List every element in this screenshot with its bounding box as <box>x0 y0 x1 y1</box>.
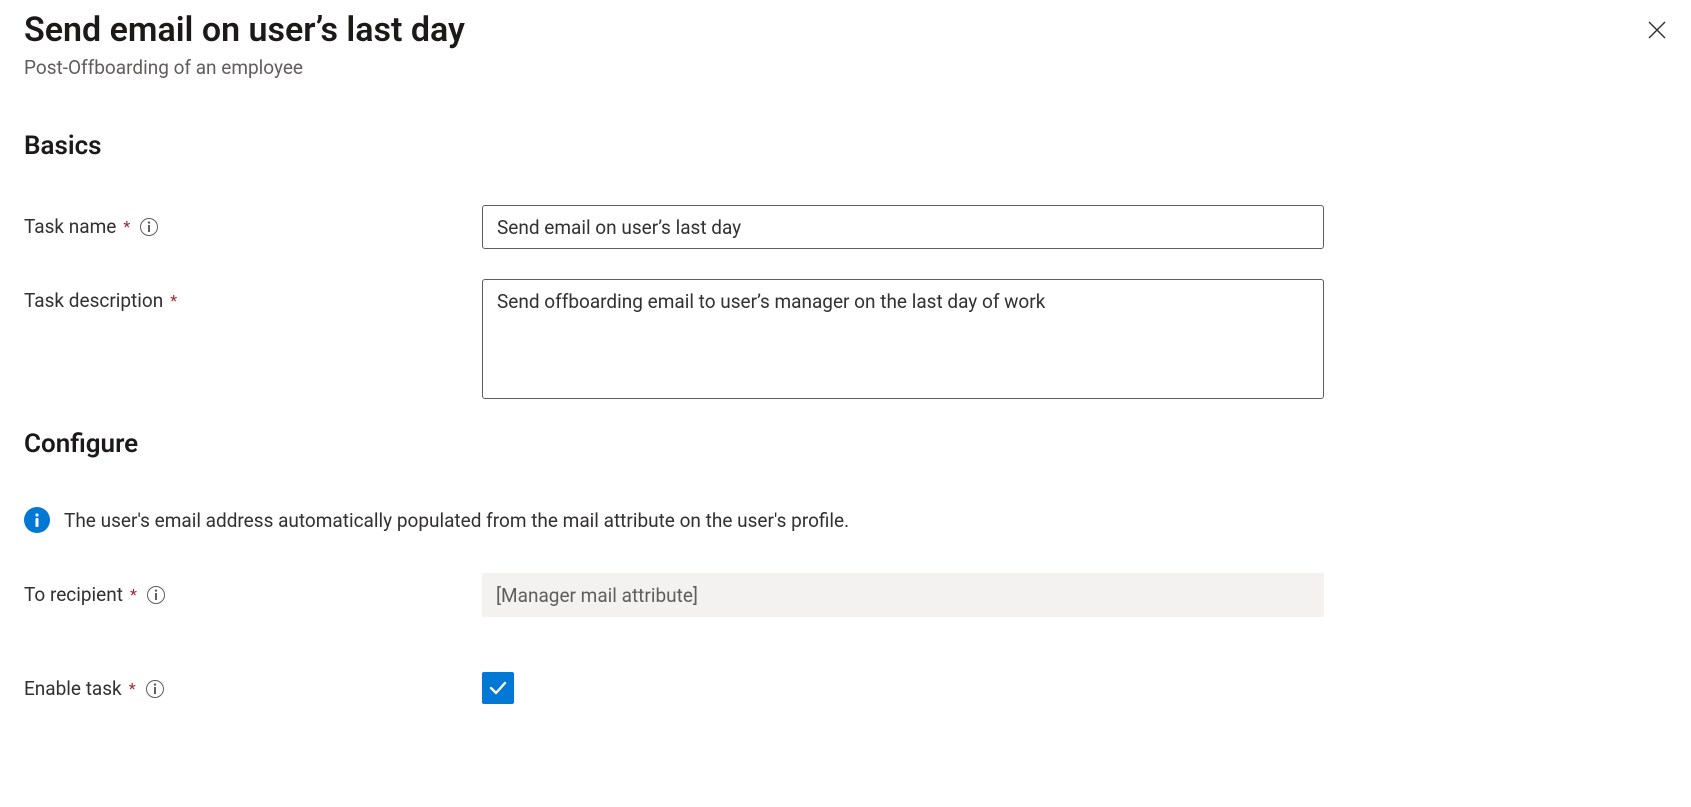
close-icon <box>1647 20 1667 40</box>
task-description-input[interactable] <box>482 279 1324 399</box>
section-heading-basics: Basics <box>24 131 1667 161</box>
to-recipient-input: [Manager mail attribute] <box>482 573 1324 617</box>
info-icon[interactable] <box>147 586 165 604</box>
task-description-label: Task description* <box>24 279 482 312</box>
required-indicator: * <box>130 585 137 604</box>
enable-task-label: Enable task* <box>24 667 482 700</box>
to-recipient-label: To recipient* <box>24 573 482 606</box>
info-filled-icon <box>24 507 50 533</box>
info-icon[interactable] <box>146 680 164 698</box>
enable-task-checkbox[interactable] <box>482 672 514 704</box>
close-button[interactable] <box>1641 14 1673 46</box>
task-name-label: Task name* <box>24 205 482 238</box>
page-subtitle: Post-Offboarding of an employee <box>24 56 465 79</box>
required-indicator: * <box>123 217 130 236</box>
required-indicator: * <box>170 291 177 310</box>
checkmark-icon <box>488 678 508 698</box>
page-title: Send email on user’s last day <box>24 10 465 50</box>
required-indicator: * <box>129 679 136 698</box>
section-heading-configure: Configure <box>24 429 1667 459</box>
task-name-input[interactable] <box>482 205 1324 249</box>
info-message: The user's email address automatically p… <box>24 507 1667 533</box>
info-icon[interactable] <box>140 218 158 236</box>
